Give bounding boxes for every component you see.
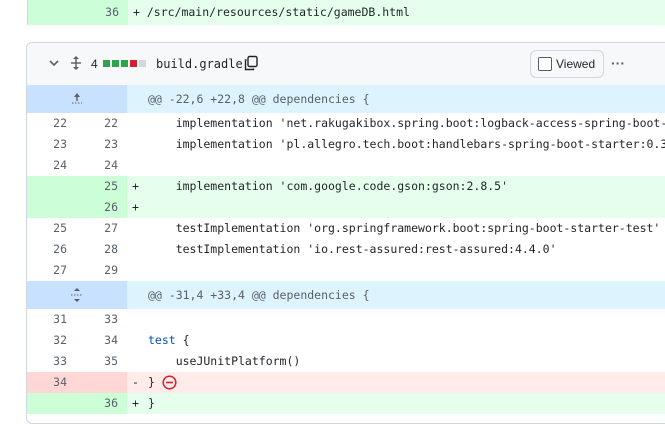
line-code: useJUnitPlatform() bbox=[148, 351, 301, 372]
code-text: } bbox=[148, 396, 155, 410]
line-number-old[interactable]: 33 bbox=[27, 351, 67, 372]
code-text: } bbox=[148, 375, 155, 389]
line-code: testImplementation 'org.springframework.… bbox=[148, 218, 661, 239]
line-number-old[interactable]: 22 bbox=[27, 113, 67, 134]
diff-line: 22 22 implementation 'net.rakugakibox.spr… bbox=[27, 113, 665, 134]
line-number-new[interactable]: 36 bbox=[77, 393, 118, 414]
line-code: + /src/main/resources/static/gameDB.html bbox=[133, 5, 410, 19]
diff-line: 25 27 testImplementation 'org.springframe… bbox=[27, 218, 665, 239]
diff-stat-block bbox=[121, 60, 128, 67]
line-number-old[interactable] bbox=[27, 176, 67, 197]
line-number-new[interactable]: 34 bbox=[77, 330, 118, 351]
line-number-new[interactable]: 26 bbox=[77, 197, 118, 218]
diff-stat-block bbox=[112, 60, 119, 67]
line-number-old[interactable]: 34 bbox=[27, 372, 67, 393]
more-options-icon[interactable]: ··· bbox=[611, 43, 625, 83]
copy-path-icon[interactable] bbox=[243, 55, 259, 71]
diff-line-deleted: 34 -} bbox=[27, 372, 665, 393]
diff-line: 27 29 bbox=[27, 260, 665, 281]
diff-line: 26 28 testImplementation 'io.rest-assured… bbox=[27, 239, 665, 260]
diff-line: 24 24 bbox=[27, 155, 665, 176]
code-text: implementation 'net.rakugakibox.spring.b… bbox=[148, 116, 665, 130]
line-number-new[interactable] bbox=[77, 372, 118, 393]
diff-sign: - bbox=[132, 375, 139, 389]
diff-line: 23 23 implementation 'pl.allegro.tech.boo… bbox=[27, 134, 665, 155]
code-text: useJUnitPlatform() bbox=[148, 354, 301, 368]
line-number-new[interactable]: 29 bbox=[77, 260, 118, 281]
line-number-old[interactable]: 27 bbox=[27, 260, 67, 281]
keyword: test bbox=[148, 333, 176, 347]
hunk-header-text: @@ -22,6 +22,8 @@ dependencies { bbox=[148, 92, 370, 106]
diff-line: 32 34 test { bbox=[27, 330, 665, 351]
viewed-checkbox[interactable] bbox=[538, 57, 552, 71]
line-code: } bbox=[148, 372, 155, 393]
viewed-toggle[interactable]: Viewed bbox=[530, 50, 604, 78]
hunk-header: @@ -31,4 +33,4 @@ dependencies { bbox=[27, 281, 665, 309]
comment-conflict-icon[interactable] bbox=[162, 375, 177, 390]
code-text: { bbox=[175, 333, 190, 347]
line-number-old[interactable]: 25 bbox=[27, 218, 67, 239]
expand-up-icon[interactable] bbox=[70, 91, 84, 105]
line-number-new: 36 bbox=[105, 5, 119, 19]
line-number-new[interactable]: 33 bbox=[77, 309, 118, 330]
diff-sign: + bbox=[132, 200, 139, 214]
line-code: implementation 'com.google.code.gson:gso… bbox=[148, 176, 508, 197]
code-text: implementation 'com.google.code.gson:gso… bbox=[148, 179, 509, 193]
diff-stat-block bbox=[103, 60, 110, 67]
diff-line: 33 35 useJUnitPlatform() bbox=[27, 351, 665, 372]
line-number-new[interactable]: 24 bbox=[77, 155, 118, 176]
code-text: testImplementation 'org.springframework.… bbox=[148, 221, 661, 235]
diff-sign: + bbox=[132, 396, 139, 410]
line-number-old[interactable]: 23 bbox=[27, 134, 67, 155]
line-number-new[interactable]: 23 bbox=[77, 134, 118, 155]
line-number-old[interactable]: 32 bbox=[27, 330, 67, 351]
line-number-old[interactable]: 26 bbox=[27, 239, 67, 260]
line-code: test { bbox=[148, 330, 190, 351]
line-number-old[interactable]: 31 bbox=[27, 309, 67, 330]
expand-both-icon[interactable] bbox=[70, 287, 84, 303]
expand-all-icon[interactable] bbox=[68, 55, 84, 71]
line-number-new[interactable]: 25 bbox=[77, 176, 118, 197]
line-number-new[interactable]: 35 bbox=[77, 351, 118, 372]
file-header: 4 build.gradle Viewed ··· bbox=[27, 43, 665, 86]
line-number-new[interactable]: 27 bbox=[77, 218, 118, 239]
line-code: } bbox=[148, 393, 155, 414]
diff-line-added: 36 +} bbox=[27, 393, 665, 414]
line-number-old[interactable] bbox=[27, 393, 67, 414]
line-code: implementation 'pl.allegro.tech.boot:han… bbox=[148, 134, 665, 155]
diff-stat-block bbox=[130, 60, 137, 67]
line-number-new[interactable]: 28 bbox=[77, 239, 118, 260]
line-code: testImplementation 'io.rest-assured:rest… bbox=[148, 239, 557, 260]
file-name[interactable]: build.gradle bbox=[156, 43, 243, 85]
diff-stat-block bbox=[139, 60, 146, 67]
viewed-label: Viewed bbox=[556, 57, 596, 71]
code-text: implementation 'pl.allegro.tech.boot:han… bbox=[148, 137, 665, 151]
hunk-header: @@ -22,6 +22,8 @@ dependencies { bbox=[27, 85, 665, 113]
line-number-old[interactable]: 24 bbox=[27, 155, 67, 176]
diff-sign: + bbox=[132, 179, 139, 193]
line-number-old[interactable] bbox=[27, 197, 67, 218]
code-text: testImplementation 'io.rest-assured:rest… bbox=[148, 242, 557, 256]
diff-line-added: 26 + bbox=[27, 197, 665, 218]
change-count: 4 bbox=[91, 57, 98, 71]
diff-line: 31 33 bbox=[27, 309, 665, 330]
line-code: implementation 'net.rakugakibox.spring.b… bbox=[148, 113, 665, 134]
prev-file-added-line: 36 + /src/main/resources/static/gameDB.h… bbox=[27, 0, 665, 25]
line-number-new[interactable]: 22 bbox=[77, 113, 118, 134]
diff-line-added: 25 + implementation 'com.google.code.gson… bbox=[27, 176, 665, 197]
collapse-chevron-icon[interactable] bbox=[47, 56, 61, 70]
hunk-header-text: @@ -31,4 +33,4 @@ dependencies { bbox=[148, 288, 370, 302]
